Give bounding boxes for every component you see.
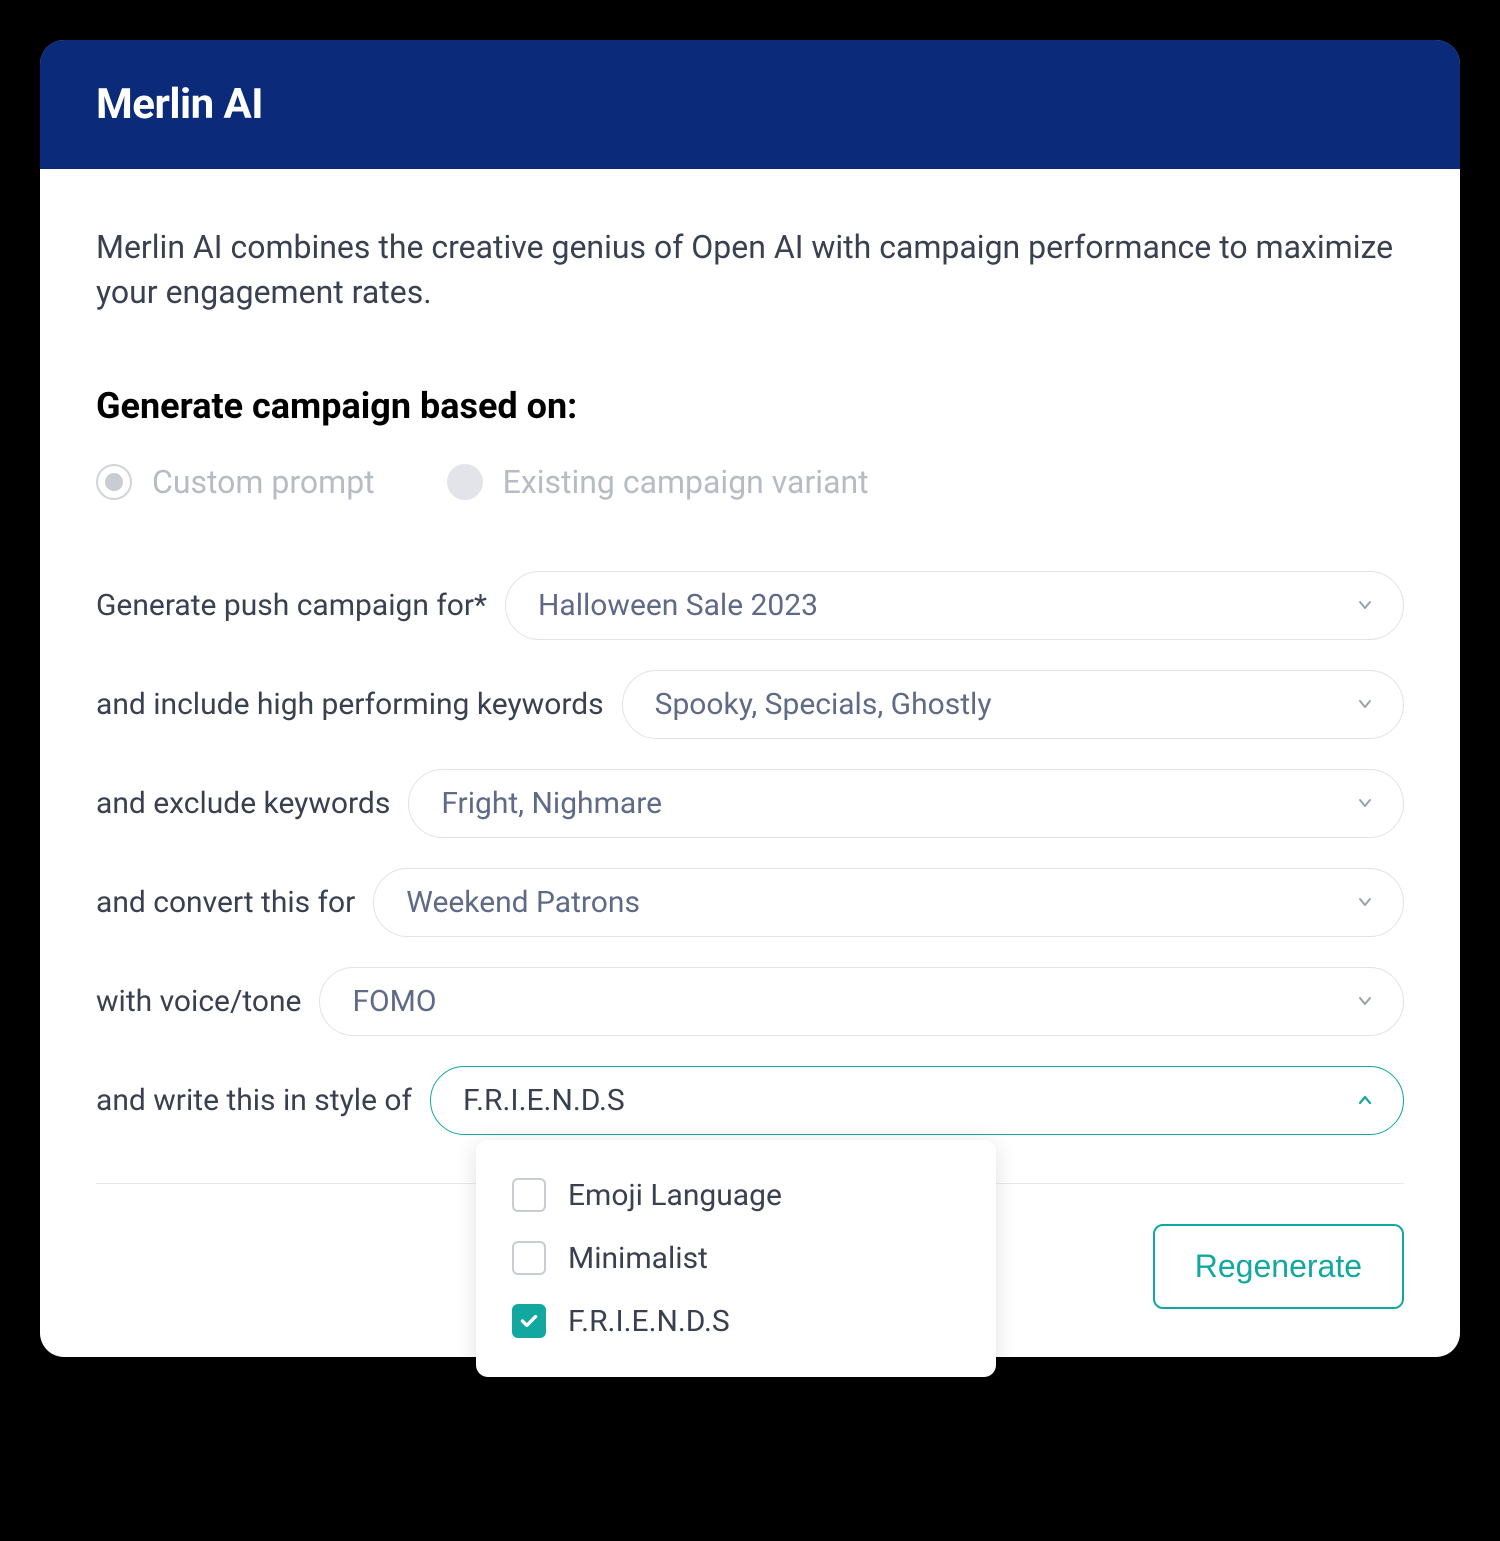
audience-row: and convert this for Weekend Patrons	[96, 868, 1404, 937]
include-keywords-select[interactable]: Spooky, Specials, Ghostly	[622, 670, 1404, 739]
style-option-minimalist[interactable]: Minimalist	[504, 1227, 968, 1290]
style-option-friends[interactable]: F.R.I.E.N.D.S	[504, 1290, 968, 1353]
tone-value: FOMO	[352, 984, 436, 1019]
intro-text: Merlin AI combines the creative genius o…	[96, 225, 1404, 315]
chevron-up-icon	[1355, 1090, 1375, 1110]
campaign-select[interactable]: Halloween Sale 2023	[505, 571, 1404, 640]
style-label: and write this in style of	[96, 1083, 412, 1118]
exclude-keywords-select[interactable]: Fright, Nighmare	[408, 769, 1404, 838]
style-select[interactable]: F.R.I.E.N.D.S	[430, 1066, 1404, 1135]
chevron-down-icon	[1355, 694, 1375, 714]
radio-icon	[447, 464, 483, 500]
tone-row: with voice/tone FOMO	[96, 967, 1404, 1036]
regenerate-button[interactable]: Regenerate	[1153, 1224, 1404, 1309]
campaign-value: Halloween Sale 2023	[538, 588, 818, 623]
tone-select[interactable]: FOMO	[319, 967, 1404, 1036]
include-keywords-row: and include high performing keywords Spo…	[96, 670, 1404, 739]
style-option-emoji-language[interactable]: Emoji Language	[504, 1164, 968, 1227]
radio-label: Existing campaign variant	[503, 463, 869, 501]
panel-title: Merlin AI	[96, 80, 1404, 129]
audience-select[interactable]: Weekend Patrons	[373, 868, 1404, 937]
style-value: F.R.I.E.N.D.S	[463, 1083, 625, 1118]
campaign-label: Generate push campaign for*	[96, 588, 487, 623]
audience-value: Weekend Patrons	[406, 885, 640, 920]
campaign-field-row: Generate push campaign for* Halloween Sa…	[96, 571, 1404, 640]
panel-body: Merlin AI combines the creative genius o…	[40, 169, 1460, 1357]
style-row: and write this in style of F.R.I.E.N.D.S…	[96, 1066, 1404, 1135]
radio-custom-prompt[interactable]: Custom prompt	[96, 463, 375, 501]
style-dropdown-panel: Emoji Language Minimalist F.R.I.E.N.D.S	[476, 1140, 996, 1377]
radio-icon	[96, 464, 132, 500]
include-value: Spooky, Specials, Ghostly	[655, 687, 992, 722]
exclude-value: Fright, Nighmare	[441, 786, 662, 821]
chevron-down-icon	[1355, 991, 1375, 1011]
panel-header: Merlin AI	[40, 40, 1460, 169]
exclude-keywords-row: and exclude keywords Fright, Nighmare	[96, 769, 1404, 838]
tone-label: with voice/tone	[96, 984, 301, 1019]
include-label: and include high performing keywords	[96, 687, 604, 722]
checkbox-icon	[512, 1241, 546, 1275]
option-label: Emoji Language	[568, 1178, 782, 1213]
radio-label: Custom prompt	[152, 463, 375, 501]
chevron-down-icon	[1355, 595, 1375, 615]
generation-mode-radios: Custom prompt Existing campaign variant	[96, 463, 1404, 501]
checkbox-icon	[512, 1178, 546, 1212]
option-label: Minimalist	[568, 1241, 708, 1276]
radio-existing-variant[interactable]: Existing campaign variant	[447, 463, 869, 501]
chevron-down-icon	[1355, 793, 1375, 813]
checkbox-checked-icon	[512, 1304, 546, 1338]
exclude-label: and exclude keywords	[96, 786, 390, 821]
audience-label: and convert this for	[96, 885, 355, 920]
option-label: F.R.I.E.N.D.S	[568, 1304, 730, 1339]
section-title: Generate campaign based on:	[96, 385, 1404, 427]
chevron-down-icon	[1355, 892, 1375, 912]
merlin-ai-panel: Merlin AI Merlin AI combines the creativ…	[40, 40, 1460, 1357]
